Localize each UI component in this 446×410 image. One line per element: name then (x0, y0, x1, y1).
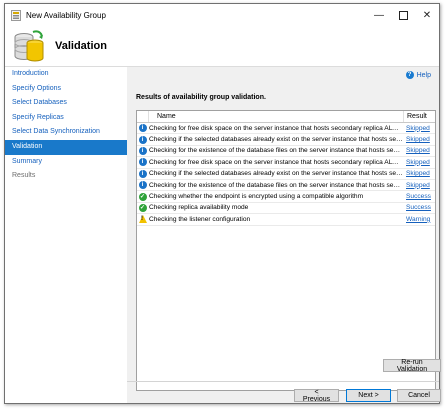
rerun-validation-button[interactable]: Re-run Validation (383, 359, 441, 373)
database-wizard-icon (14, 30, 44, 62)
result-link[interactable]: Skipped (403, 159, 435, 166)
check-name: Checking if the selected databases alrea… (149, 170, 403, 178)
table-row[interactable]: ! Checking the listener configuration Wa… (137, 214, 435, 226)
name-column-header[interactable]: Name (149, 111, 404, 122)
help-label: Help (416, 71, 431, 79)
table-header: Name Result (137, 111, 435, 123)
table-row[interactable]: ✓ Checking replica availability mode Suc… (137, 203, 435, 215)
table-row[interactable]: i Checking for free disk space on the se… (137, 123, 435, 135)
close-icon: ✕ (422, 9, 432, 21)
availability-group-icon (11, 9, 21, 21)
help-link[interactable]: ? Help (405, 71, 431, 79)
icon-column-header (137, 111, 149, 122)
window-title: New Availability Group (26, 10, 106, 20)
validation-results-table: Name Result i Checking for free disk spa… (136, 110, 436, 391)
maximize-icon (398, 10, 408, 20)
table-row[interactable]: i Checking if the selected databases alr… (137, 134, 435, 146)
nav-item-select-databases[interactable]: Select Databases (5, 96, 127, 111)
check-name: Checking whether the endpoint is encrypt… (149, 193, 364, 201)
nav-item-specify-options[interactable]: Specify Options (5, 82, 127, 97)
nav-item-validation[interactable]: Validation (5, 139, 127, 155)
result-link[interactable]: Warning (403, 216, 435, 223)
result-link[interactable]: Skipped (403, 125, 435, 132)
check-name: Checking replica availability mode (149, 204, 249, 212)
info-icon: i (138, 181, 147, 190)
nav-item-results: Results (12, 172, 36, 180)
maximize-button[interactable] (391, 4, 415, 26)
check-name: Checking the listener configuration (149, 215, 251, 223)
info-icon: i (138, 135, 147, 144)
content-panel: ? Help Results of availability group val… (127, 67, 441, 403)
nav-item-specify-replicas[interactable]: Specify Replicas (5, 111, 127, 126)
next-button[interactable]: Next > (346, 389, 391, 402)
info-icon: i (138, 146, 147, 155)
footer-divider (127, 381, 439, 382)
title-bar: New Availability Group — ✕ (5, 4, 439, 26)
info-icon: i (138, 169, 147, 178)
result-link[interactable]: Skipped (403, 147, 435, 154)
check-name: Checking if the selected databases alrea… (149, 136, 403, 144)
info-icon: i (138, 158, 147, 167)
nav-item-summary[interactable]: Summary (5, 155, 127, 170)
previous-button[interactable]: < Previous (294, 389, 339, 403)
minimize-button[interactable]: — (367, 4, 391, 26)
table-row[interactable]: i Checking for the existence of the data… (137, 180, 435, 192)
check-name: Checking for free disk space on the serv… (149, 124, 403, 132)
nav-item-introduction[interactable]: Introduction (5, 67, 127, 82)
result-link[interactable]: Success (403, 204, 435, 211)
minimize-icon: — (374, 9, 384, 21)
warning-triangle-icon: ! (138, 215, 147, 224)
table-row[interactable]: i Checking if the selected databases alr… (137, 169, 435, 180)
result-link[interactable]: Skipped (403, 136, 435, 143)
nav-item-select-data-synchronization[interactable]: Select Data Synchronization (5, 125, 127, 140)
success-check-icon: ✓ (138, 203, 147, 212)
check-name: Checking for the existence of the databa… (149, 147, 403, 155)
check-name: Checking for free disk space on the serv… (149, 158, 403, 166)
page-title: Validation (55, 40, 107, 52)
check-name: Checking for the existence of the databa… (149, 181, 403, 189)
wizard-header: Validation (5, 26, 439, 67)
result-column-header[interactable]: Result (404, 111, 435, 122)
success-check-icon: ✓ (138, 192, 147, 201)
wizard-window: New Availability Group — ✕ Validation In… (4, 3, 441, 404)
result-link[interactable]: Skipped (403, 182, 435, 189)
wizard-nav: Introduction Specify Options Select Data… (5, 67, 127, 403)
result-link[interactable]: Success (403, 193, 435, 200)
info-icon: i (138, 124, 147, 133)
table-row[interactable]: i Checking for free disk space on the se… (137, 157, 435, 169)
cancel-button[interactable]: Cancel (397, 389, 441, 402)
table-row[interactable]: i Checking for the existence of the data… (137, 146, 435, 158)
close-button[interactable]: ✕ (415, 4, 439, 26)
result-link[interactable]: Skipped (403, 170, 435, 177)
results-heading: Results of availability group validation… (136, 94, 266, 101)
window-controls: — ✕ (367, 4, 439, 26)
help-icon: ? (405, 71, 414, 79)
table-row[interactable]: ✓ Checking whether the endpoint is encry… (137, 191, 435, 203)
